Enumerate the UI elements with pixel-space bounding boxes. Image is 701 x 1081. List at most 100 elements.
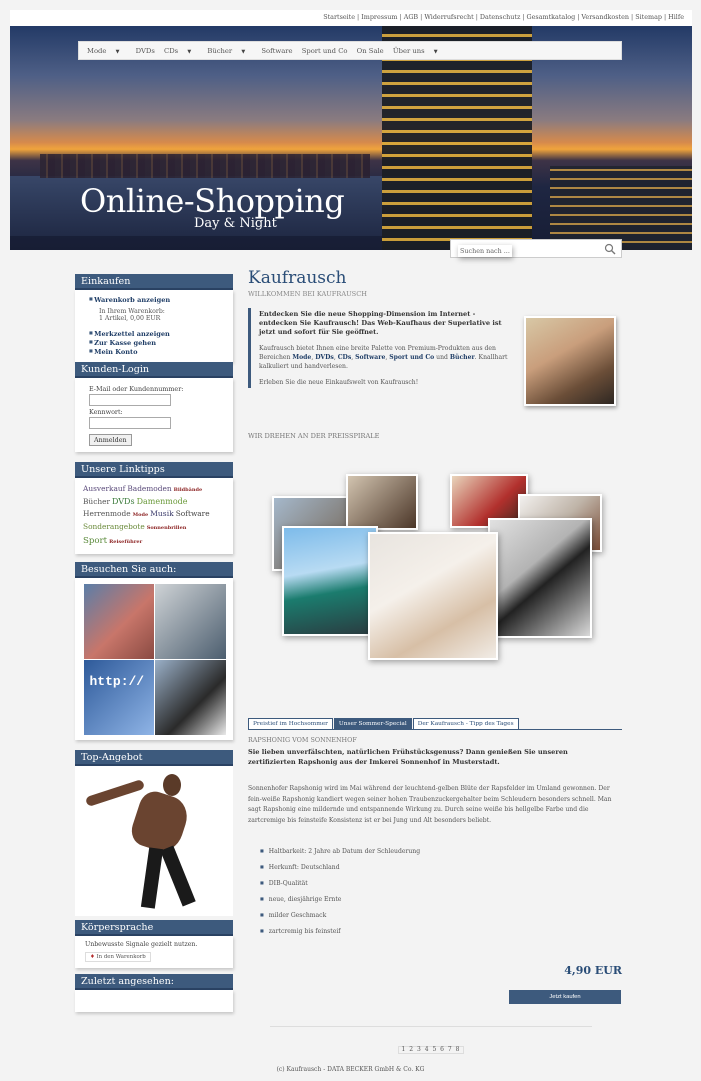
- figure-arm: [84, 779, 146, 808]
- main-navigation: Mode ▼ DVDs CDs ▼ Bücher ▼ Software Spor…: [78, 41, 622, 60]
- category-link[interactable]: Mode: [292, 354, 311, 361]
- brand-title: Online-Shopping: [80, 182, 345, 220]
- recent-box: Zuletzt angesehen:: [75, 974, 233, 1013]
- collage-photo: [346, 474, 418, 530]
- tag-link[interactable]: Sport: [83, 536, 107, 546]
- list-item: milder Geschmack: [260, 912, 560, 928]
- welcome-heading: WILLKOMMEN BEI KAUFRAUSCH: [248, 290, 367, 298]
- intro-lead: Entdecken Sie die neue Shopping-Dimensio…: [259, 310, 502, 336]
- hero-building: [550, 166, 692, 250]
- couple-photo: [83, 584, 154, 660]
- koerper-title[interactable]: Körpersprache: [75, 920, 233, 937]
- email-label: E-Mail oder Kundennummer:: [89, 384, 184, 393]
- tag-link[interactable]: Bücher: [83, 497, 110, 506]
- offer-tabs: Preistief im Hochsommer Unser Sommer-Spec…: [248, 718, 622, 730]
- buy-now-button[interactable]: Jetzt kaufen: [509, 990, 621, 1004]
- nav-item-dvds[interactable]: DVDs: [136, 47, 155, 55]
- intro-paragraph: Kaufrausch bietet Ihnen eine breite Pale…: [259, 345, 508, 370]
- chevron-down-icon: ▼: [241, 49, 246, 55]
- nav-item-buecher[interactable]: Bücher ▼: [207, 47, 252, 55]
- nav-item-ueber-uns[interactable]: Über uns ▼: [393, 47, 445, 55]
- nav-item-onsale[interactable]: On Sale: [357, 47, 384, 55]
- add-to-cart-button[interactable]: In den Warenkorb: [85, 952, 151, 963]
- cart-summary: In Ihrem Warenkorb: 1 Artikel, 0,00 EUR: [99, 308, 165, 323]
- tag-link[interactable]: Mode: [133, 512, 149, 518]
- top-offer-box: Top-Angebot: [75, 750, 233, 917]
- price-spiral-heading: WIR DREHEN AN DER PREISSPIRALE: [248, 432, 380, 440]
- figure-head: [163, 774, 181, 797]
- cart-link[interactable]: Warenkorb anzeigen: [89, 295, 225, 304]
- photo-collage[interactable]: [272, 474, 602, 684]
- category-link[interactable]: Bücher: [450, 354, 475, 361]
- tab-preistief[interactable]: Preistief im Hochsommer: [248, 718, 333, 729]
- login-button[interactable]: Anmelden: [89, 433, 132, 446]
- product-description: Sonnenhofer Rapshonig wird im Mai währen…: [248, 785, 612, 824]
- login-box: Kunden-Login E-Mail oder Kundennummer: K…: [75, 361, 233, 452]
- beach-photo: [368, 532, 498, 660]
- search-icon[interactable]: [604, 243, 616, 255]
- category-link[interactable]: Sport und Co: [389, 354, 434, 361]
- tag-link[interactable]: Software: [176, 509, 210, 518]
- password-field[interactable]: [89, 416, 171, 429]
- shop-box-title: Einkaufen: [75, 274, 233, 290]
- top-offer-image[interactable]: [75, 766, 233, 917]
- rollercoaster-photo: [282, 526, 378, 636]
- chevron-down-icon: ▼: [433, 49, 438, 55]
- tag-link[interactable]: Musik: [150, 509, 174, 518]
- tab-sommer-special[interactable]: Unser Sommer-Special: [333, 718, 412, 729]
- tag-link[interactable]: Herrenmode: [83, 509, 131, 518]
- tag-link[interactable]: Damenmode: [137, 497, 188, 506]
- nav-item-sport[interactable]: Sport und Co: [302, 47, 348, 55]
- recent-title: Zuletzt angesehen:: [75, 974, 233, 991]
- tag-cloud: Ausverkauf Bademoden Bildbände Bücher DVDs D…: [75, 477, 233, 555]
- tag-link[interactable]: Reiseführer: [109, 539, 142, 545]
- tag-link[interactable]: Sonnenbrillen: [147, 525, 187, 531]
- copyright: (c) Kaufrausch - DATA BECKER GmbH & Co. …: [276, 1066, 425, 1073]
- chevron-down-icon: ▼: [115, 49, 120, 55]
- koerper-description: Unbewusste Signale gezielt nutzen.: [85, 941, 198, 949]
- category-link[interactable]: CDs: [338, 354, 352, 361]
- visit-box: Besuchen Sie auch: http://: [75, 562, 233, 741]
- page-title: Kaufrausch: [248, 268, 347, 288]
- pager[interactable]: 1 2 3 4 5 6 7 8: [398, 1046, 464, 1054]
- figure-torso: [127, 787, 193, 857]
- list-item: zartcremig bis feinsteif: [260, 928, 560, 944]
- search-placeholder: Suchen nach ...: [458, 245, 512, 257]
- product-heading: RAPSHONIG VOM SONNENHOF: [248, 736, 357, 744]
- tag-link[interactable]: Sonderangebote: [83, 522, 145, 531]
- nav-item-software[interactable]: Software: [261, 47, 292, 55]
- intro-closing: Erleben Sie die neue Einkaufswelt von Ka…: [259, 379, 419, 387]
- account-link[interactable]: Mein Konto: [89, 347, 225, 356]
- top-utility-links[interactable]: Startseite | Impressum | AGB | Widerrufs…: [10, 10, 692, 26]
- tag-link[interactable]: DVDs: [112, 497, 135, 506]
- wishlist-link[interactable]: Merkzettel anzeigen: [89, 329, 225, 338]
- search-input[interactable]: Suchen nach ...: [450, 239, 622, 258]
- intro-block: Entdecken Sie die neue Shopping-Dimensio…: [248, 308, 514, 389]
- tab-tipp-des-tages[interactable]: Der Kaufrausch - Tipp des Tages: [412, 718, 519, 729]
- tag-link[interactable]: Bademoden: [127, 484, 171, 493]
- checkout-link[interactable]: Zur Kasse gehen: [89, 338, 225, 347]
- tag-link[interactable]: Ausverkauf: [83, 484, 125, 493]
- product-price: 4,90 EUR: [564, 964, 622, 977]
- visit-box-title: Besuchen Sie auch:: [75, 562, 233, 579]
- login-box-title: Kunden-Login: [75, 361, 233, 378]
- brand-subtitle: Day & Night: [194, 216, 277, 231]
- shoes-photo: [154, 660, 226, 736]
- list-item: Herkunft: Deutschland: [260, 864, 560, 880]
- product-lead: Sie lieben unverfälschten, natürlichen F…: [248, 748, 568, 766]
- partner-sites-image[interactable]: http://: [83, 584, 226, 736]
- category-link[interactable]: Software: [355, 354, 385, 361]
- figure-leg: [160, 845, 196, 907]
- nav-item-cds[interactable]: CDs ▼: [164, 47, 198, 55]
- shop-box: Einkaufen Warenkorb anzeigen In Ihrem Wa…: [75, 274, 233, 362]
- chevron-down-icon: ▼: [187, 49, 192, 55]
- tag-link[interactable]: Bildbände: [174, 487, 203, 493]
- nav-item-mode[interactable]: Mode ▼: [87, 47, 126, 55]
- list-item: DIB-Qualität: [260, 880, 560, 896]
- figure-leg: [140, 847, 164, 909]
- email-field[interactable]: [89, 393, 171, 406]
- compass-photo: [154, 584, 226, 660]
- footer-divider: [270, 1026, 592, 1027]
- main-content: Kaufrausch WILLKOMMEN BEI KAUFRAUSCH Ent…: [248, 268, 622, 1004]
- category-link[interactable]: DVDs: [315, 354, 334, 361]
